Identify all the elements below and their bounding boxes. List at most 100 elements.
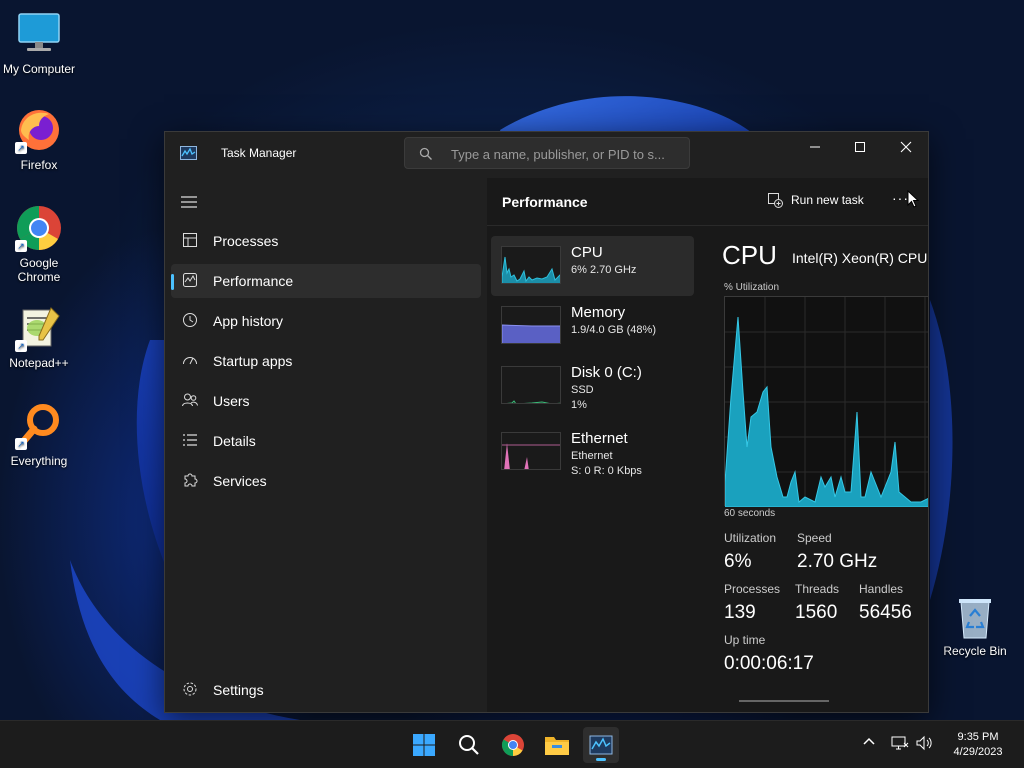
taskbar-task-manager-button[interactable] bbox=[583, 727, 619, 763]
time-axis-label: 60 seconds bbox=[724, 508, 776, 519]
resource-item-memory[interactable]: Memory 1.9/4.0 GB (48%) bbox=[491, 296, 694, 356]
search-box[interactable] bbox=[404, 137, 690, 169]
run-new-task-button[interactable]: Run new task bbox=[767, 192, 864, 208]
sidebar-item-services[interactable]: Services bbox=[171, 464, 481, 498]
processes-value: 139 bbox=[724, 602, 756, 623]
network-status-button[interactable] bbox=[891, 735, 909, 756]
chrome-icon: ↗ bbox=[15, 204, 63, 252]
sidebar-item-label: Settings bbox=[213, 682, 264, 698]
sidebar-item-label: Performance bbox=[213, 273, 294, 289]
ethernet-thumbnail-graph bbox=[501, 432, 561, 470]
desktop-icon-firefox[interactable]: ↗ Firefox bbox=[0, 106, 78, 172]
threads-label: Threads bbox=[795, 582, 840, 596]
cpu-detail-pane: CPU Intel(R) Xeon(R) CPU % Utilization 6… bbox=[697, 226, 928, 712]
start-button[interactable] bbox=[406, 727, 442, 763]
resource-detail: 6% 2.70 GHz bbox=[571, 264, 637, 276]
show-hidden-icons-button[interactable] bbox=[862, 735, 876, 754]
disk-thumbnail-graph bbox=[501, 366, 561, 404]
navigation-sidebar: Processes Performance App history Startu… bbox=[165, 178, 487, 712]
desktop-icon-recycle-bin[interactable]: Recycle Bin bbox=[940, 596, 1010, 658]
sidebar-item-label: Users bbox=[213, 393, 250, 409]
history-icon bbox=[182, 312, 198, 328]
sidebar-item-performance[interactable]: Performance bbox=[171, 264, 481, 298]
page-title: Performance bbox=[502, 194, 588, 210]
resource-name: Ethernet bbox=[571, 430, 628, 447]
sidebar-item-processes[interactable]: Processes bbox=[171, 224, 481, 258]
everything-icon: ↗ bbox=[15, 402, 63, 450]
resource-detail: Ethernet bbox=[571, 450, 613, 462]
desktop-icon-label: Firefox bbox=[20, 158, 58, 172]
sidebar-item-users[interactable]: Users bbox=[171, 384, 481, 418]
resource-list: CPU 6% 2.70 GHz Memory 1.9/4.0 GB (48%) … bbox=[487, 226, 697, 712]
gear-icon bbox=[182, 681, 198, 697]
taskbar-chrome-button[interactable] bbox=[495, 727, 531, 763]
resource-detail: S: 0 R: 0 Kbps bbox=[571, 465, 642, 477]
desktop-icon-label: My Computer bbox=[2, 62, 76, 76]
search-icon bbox=[459, 735, 479, 755]
title-bar[interactable]: Task Manager bbox=[165, 132, 928, 178]
desktop-icon-label: Notepad++ bbox=[9, 356, 69, 370]
resource-item-disk[interactable]: Disk 0 (C:) SSD 1% bbox=[491, 356, 694, 416]
processes-label: Processes bbox=[724, 582, 781, 596]
task-manager-window: Task Manager Pro bbox=[164, 131, 929, 713]
list-icon bbox=[182, 432, 198, 448]
sidebar-item-app-history[interactable]: App history bbox=[171, 304, 481, 338]
desktop-icon-notepadpp[interactable]: ↗ Notepad++ bbox=[0, 304, 78, 370]
maximize-button[interactable] bbox=[837, 132, 883, 162]
resource-detail: 1.9/4.0 GB (48%) bbox=[571, 324, 656, 336]
file-explorer-icon bbox=[545, 737, 569, 755]
window-title: Task Manager bbox=[221, 146, 297, 160]
desktop-icon-my-computer[interactable]: My Computer bbox=[0, 10, 78, 76]
desktop-icon-chrome[interactable]: ↗ Google Chrome bbox=[0, 204, 78, 284]
close-button[interactable] bbox=[883, 132, 928, 162]
resource-item-ethernet[interactable]: Ethernet Ethernet S: 0 R: 0 Kbps bbox=[491, 422, 694, 482]
speed-value: 2.70 GHz bbox=[797, 551, 878, 572]
speaker-icon bbox=[916, 735, 932, 751]
uptime-value: 0:00:06:17 bbox=[724, 653, 814, 674]
taskbar-file-explorer-button[interactable] bbox=[539, 727, 575, 763]
cpu-title: CPU bbox=[722, 240, 777, 270]
hamburger-menu-icon[interactable] bbox=[181, 195, 197, 208]
volume-button[interactable] bbox=[916, 735, 934, 756]
uptime-label: Up time bbox=[724, 633, 766, 647]
clock-date: 4/29/2023 bbox=[953, 746, 1003, 758]
recycle-bin-label: Recycle Bin bbox=[943, 644, 1007, 658]
horizontal-scrollbar[interactable] bbox=[739, 700, 829, 702]
cpu-utilization-graph bbox=[724, 296, 928, 508]
clock-time: 9:35 PM bbox=[957, 731, 999, 743]
task-manager-icon bbox=[180, 146, 197, 160]
recycle-bin-icon bbox=[955, 596, 995, 640]
minimize-button[interactable] bbox=[792, 132, 838, 162]
close-icon bbox=[900, 141, 912, 153]
chrome-icon bbox=[502, 734, 524, 756]
cpu-model: Intel(R) Xeon(R) CPU bbox=[792, 250, 928, 266]
sidebar-item-details[interactable]: Details bbox=[171, 424, 481, 458]
utilization-value: 6% bbox=[724, 551, 752, 572]
threads-value: 1560 bbox=[795, 602, 838, 623]
sidebar-item-settings[interactable]: Settings bbox=[171, 673, 481, 707]
task-manager-icon bbox=[589, 735, 613, 755]
sidebar-item-label: Services bbox=[213, 473, 267, 489]
firefox-icon: ↗ bbox=[15, 106, 63, 154]
memory-thumbnail-graph bbox=[501, 306, 561, 344]
cpu-thumbnail-graph bbox=[501, 246, 561, 284]
shortcut-arrow-icon: ↗ bbox=[15, 340, 27, 352]
sidebar-item-startup-apps[interactable]: Startup apps bbox=[171, 344, 481, 378]
utilization-label: Utilization bbox=[724, 531, 777, 545]
performance-icon bbox=[182, 272, 198, 288]
desktop-icon-everything[interactable]: ↗ Everything bbox=[0, 402, 78, 468]
search-input[interactable] bbox=[451, 144, 683, 164]
puzzle-icon bbox=[182, 472, 198, 488]
sidebar-item-label: Processes bbox=[213, 233, 279, 249]
network-icon bbox=[891, 736, 909, 750]
start-icon bbox=[413, 734, 435, 756]
run-task-icon bbox=[768, 193, 783, 208]
taskbar-search-button[interactable] bbox=[451, 727, 487, 763]
run-new-task-label: Run new task bbox=[791, 193, 864, 207]
taskbar-clock[interactable]: 9:35 PM 4/29/2023 bbox=[940, 730, 1016, 760]
speedometer-icon bbox=[182, 352, 198, 368]
resource-detail: 1% bbox=[571, 399, 587, 411]
panel-header: Performance Run new task ··· bbox=[487, 178, 928, 226]
minimize-icon bbox=[810, 146, 820, 148]
resource-item-cpu[interactable]: CPU 6% 2.70 GHz bbox=[491, 236, 694, 296]
